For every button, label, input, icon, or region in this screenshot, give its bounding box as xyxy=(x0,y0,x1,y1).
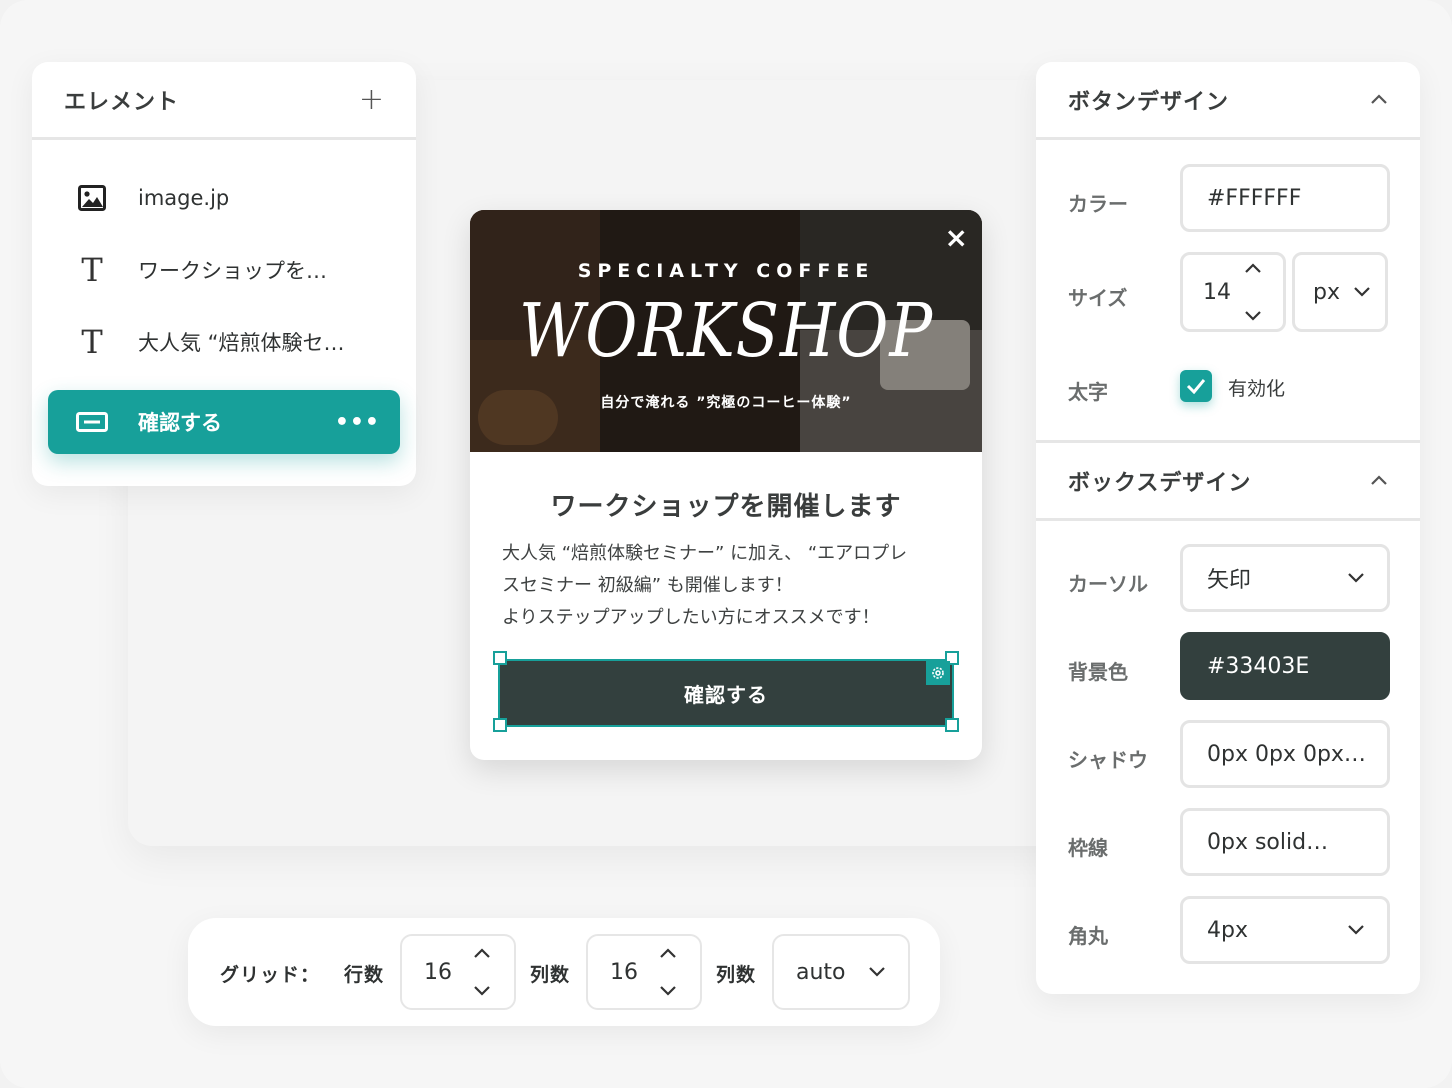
rows-value: 16 xyxy=(424,959,452,985)
chevron-down-icon[interactable] xyxy=(472,984,492,998)
columns-stepper[interactable]: 16 xyxy=(586,934,702,1010)
hero-top-text: SPECIALTY COFFEE xyxy=(577,260,875,282)
chevron-down-icon xyxy=(1354,287,1370,297)
button-design-header[interactable]: ボタンデザイン xyxy=(1036,62,1420,140)
color-field[interactable]: #FFFFFF xyxy=(1180,164,1390,232)
chevron-down-icon[interactable] xyxy=(658,984,678,998)
hero-image: SPECIALTY COFFEE WORKSHOP 自分で淹れる ”究極のコーヒ… xyxy=(470,210,982,452)
check-icon xyxy=(1186,379,1206,394)
plus-icon[interactable]: + xyxy=(359,84,384,115)
size-label: サイズ xyxy=(1068,286,1128,310)
bold-label: 太字 xyxy=(1068,380,1108,404)
elements-panel-title: エレメント xyxy=(64,89,180,115)
bold-checkbox[interactable] xyxy=(1180,370,1212,402)
chevron-down-icon xyxy=(1348,573,1364,583)
radius-value: 4px xyxy=(1207,917,1248,943)
color-label: カラー xyxy=(1068,192,1128,216)
close-icon[interactable]: × xyxy=(945,224,968,252)
text-icon: T xyxy=(81,251,103,289)
rows-stepper[interactable]: 16 xyxy=(400,934,516,1010)
box-design-header[interactable]: ボックスデザイン xyxy=(1036,443,1420,521)
grid-label: グリッド： xyxy=(220,964,321,986)
button-icon xyxy=(72,406,112,438)
modal-title: ワークショップを開催します xyxy=(550,492,902,522)
cursor-value: 矢印 xyxy=(1207,568,1252,593)
resize-handle-bottom-left[interactable] xyxy=(493,718,507,732)
size-unit-select[interactable]: px xyxy=(1292,252,1388,332)
columns-label: 列数 xyxy=(530,964,571,986)
chevron-up-icon[interactable] xyxy=(472,946,492,960)
modal-body-line: スセミナー 初級編” も開催します！ xyxy=(502,575,793,596)
modal-preview[interactable]: SPECIALTY COFFEE WORKSHOP 自分で淹れる ”究極のコーヒ… xyxy=(470,210,982,760)
chevron-up-icon[interactable] xyxy=(1243,261,1263,275)
resize-handle-top-left[interactable] xyxy=(493,651,507,665)
size-value: 14 xyxy=(1203,279,1231,305)
border-field[interactable]: 0px solid… xyxy=(1180,808,1390,876)
chevron-down-icon[interactable] xyxy=(1243,309,1263,323)
shadow-field[interactable]: 0px 0px 0px… xyxy=(1180,720,1390,788)
size-unit-value: px xyxy=(1313,279,1340,305)
cursor-label: カーソル xyxy=(1068,572,1148,596)
element-item-image[interactable]: image.jp xyxy=(48,166,400,230)
modal-body: 大人気 “焙煎体験セミナー” に加え、 “エアロプレ スセミナー 初級編” も開… xyxy=(502,538,954,634)
cursor-select[interactable]: 矢印 xyxy=(1180,544,1390,612)
element-item-label: image.jp xyxy=(138,186,230,210)
size-stepper[interactable]: 14 xyxy=(1180,252,1286,332)
hero-sub-text: 自分で淹れる ”究極のコーヒー体験” xyxy=(600,395,852,411)
columns-label-2: 列数 xyxy=(716,964,757,986)
button-design-title: ボタンデザイン xyxy=(1068,89,1230,115)
background-color-label: 背景色 xyxy=(1068,660,1128,684)
chevron-up-icon[interactable] xyxy=(1370,472,1388,490)
grid-toolbar: グリッド： 行数 16 列数 16 列数 auto xyxy=(188,918,940,1026)
box-design-title: ボックスデザイン xyxy=(1068,470,1252,496)
more-options-icon[interactable]: ••• xyxy=(335,410,380,435)
element-item-button[interactable]: 確認する ••• xyxy=(48,390,400,454)
chevron-down-icon xyxy=(869,967,885,977)
element-item-text-1[interactable]: T ワークショップを… xyxy=(48,238,400,302)
auto-select[interactable]: auto xyxy=(772,934,910,1010)
radius-label: 角丸 xyxy=(1068,924,1108,948)
element-item-label: 大人気 “焙煎体験セ… xyxy=(138,331,345,355)
element-item-label: 確認する xyxy=(138,411,222,435)
background-color-field[interactable]: #33403E xyxy=(1180,632,1390,700)
chevron-up-icon[interactable] xyxy=(1370,91,1388,109)
image-icon xyxy=(72,182,112,214)
auto-value: auto xyxy=(796,959,846,985)
gear-icon[interactable] xyxy=(926,661,950,685)
bold-checkbox-label: 有効化 xyxy=(1228,378,1286,400)
element-item-text-2[interactable]: T 大人気 “焙煎体験セ… xyxy=(48,310,400,374)
hero-main-text: WORKSHOP xyxy=(518,288,934,374)
elements-panel-header: エレメント + xyxy=(32,62,416,140)
confirm-button[interactable]: 確認する xyxy=(498,659,954,727)
modal-body-line: よりステップアップしたい方にオススメです！ xyxy=(502,607,880,628)
chevron-up-icon[interactable] xyxy=(658,946,678,960)
resize-handle-bottom-right[interactable] xyxy=(945,718,959,732)
chevron-down-icon xyxy=(1348,925,1364,935)
shadow-label: シャドウ xyxy=(1068,748,1148,772)
text-icon: T xyxy=(81,323,103,361)
elements-panel: エレメント + image.jp T ワークショップを… T 大人気 “焙煎体験… xyxy=(32,62,416,486)
border-label: 枠線 xyxy=(1068,836,1108,860)
properties-panel: ボタンデザイン カラー #FFFFFF サイズ 14 px 太字 有効化 ボック… xyxy=(1036,62,1420,994)
rows-label: 行数 xyxy=(344,964,385,986)
modal-body-line: 大人気 “焙煎体験セミナー” に加え、 “エアロプレ xyxy=(502,543,908,564)
radius-select[interactable]: 4px xyxy=(1180,896,1390,964)
columns-value: 16 xyxy=(610,959,638,985)
element-item-label: ワークショップを… xyxy=(138,259,327,283)
